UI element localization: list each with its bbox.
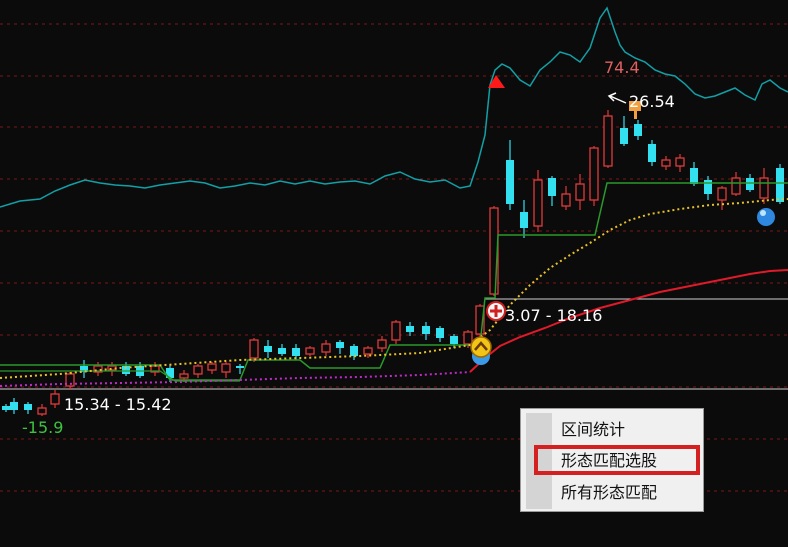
indicator-peak-label: 74.4 <box>604 58 640 77</box>
candlestick <box>321 340 331 356</box>
candlestick <box>704 176 712 200</box>
highlight-box <box>534 445 700 475</box>
candlestick <box>2 404 10 412</box>
candlestick <box>391 320 401 344</box>
candlestick <box>50 390 60 408</box>
context-menu: 区间统计 形态匹配选股 所有形态匹配 <box>520 408 704 512</box>
high-range-label: 3.07 - 18.16 <box>505 306 603 325</box>
candlestick <box>221 362 231 378</box>
candlestick <box>717 186 727 210</box>
candlestick <box>661 156 671 170</box>
candlestick <box>731 172 741 196</box>
candlestick <box>350 344 358 360</box>
candlestick <box>634 120 642 140</box>
blue-ball-icon <box>757 208 775 226</box>
candlestick <box>603 110 613 168</box>
candlestick <box>122 362 130 376</box>
yellow-chevron-icon <box>470 336 492 365</box>
candlestick <box>776 164 784 204</box>
menu-item-all-pattern-match[interactable]: 所有形态匹配 <box>521 479 703 507</box>
candlestick <box>150 362 160 376</box>
candlestick <box>278 344 286 356</box>
low-value-label: -15.9 <box>22 418 64 437</box>
candlestick <box>620 116 628 146</box>
candlestick <box>506 140 514 210</box>
candlestick <box>336 340 344 354</box>
candlestick <box>759 168 769 204</box>
candlestick <box>548 176 556 206</box>
candlestick <box>80 360 88 378</box>
candlestick <box>520 200 528 238</box>
candlestick <box>377 336 387 352</box>
candlestick <box>24 402 32 414</box>
candlestick <box>675 154 685 172</box>
candlestick <box>648 140 656 166</box>
candlestick <box>207 362 217 374</box>
peak-value-label: 26.54 <box>629 92 675 111</box>
candlestick <box>450 334 458 348</box>
buy-plus-icon <box>486 301 506 321</box>
step-line <box>0 182 788 381</box>
candlestick <box>193 364 203 378</box>
candlestick <box>561 186 571 210</box>
candlesticks <box>2 110 784 416</box>
candlestick <box>37 404 47 416</box>
candlestick <box>422 322 430 340</box>
ma-yellow-line <box>0 198 788 379</box>
candlestick <box>249 338 259 362</box>
candlestick <box>436 326 444 342</box>
candlestick <box>264 340 272 358</box>
candlestick <box>10 398 18 414</box>
menu-item-range-statistics[interactable]: 区间统计 <box>521 416 703 444</box>
low-range-label: 15.34 - 15.42 <box>64 395 172 414</box>
arrow-icon <box>607 92 627 104</box>
candlestick <box>406 322 414 336</box>
candlestick <box>305 346 315 356</box>
candlestick <box>589 146 599 206</box>
range-lines <box>0 298 788 390</box>
